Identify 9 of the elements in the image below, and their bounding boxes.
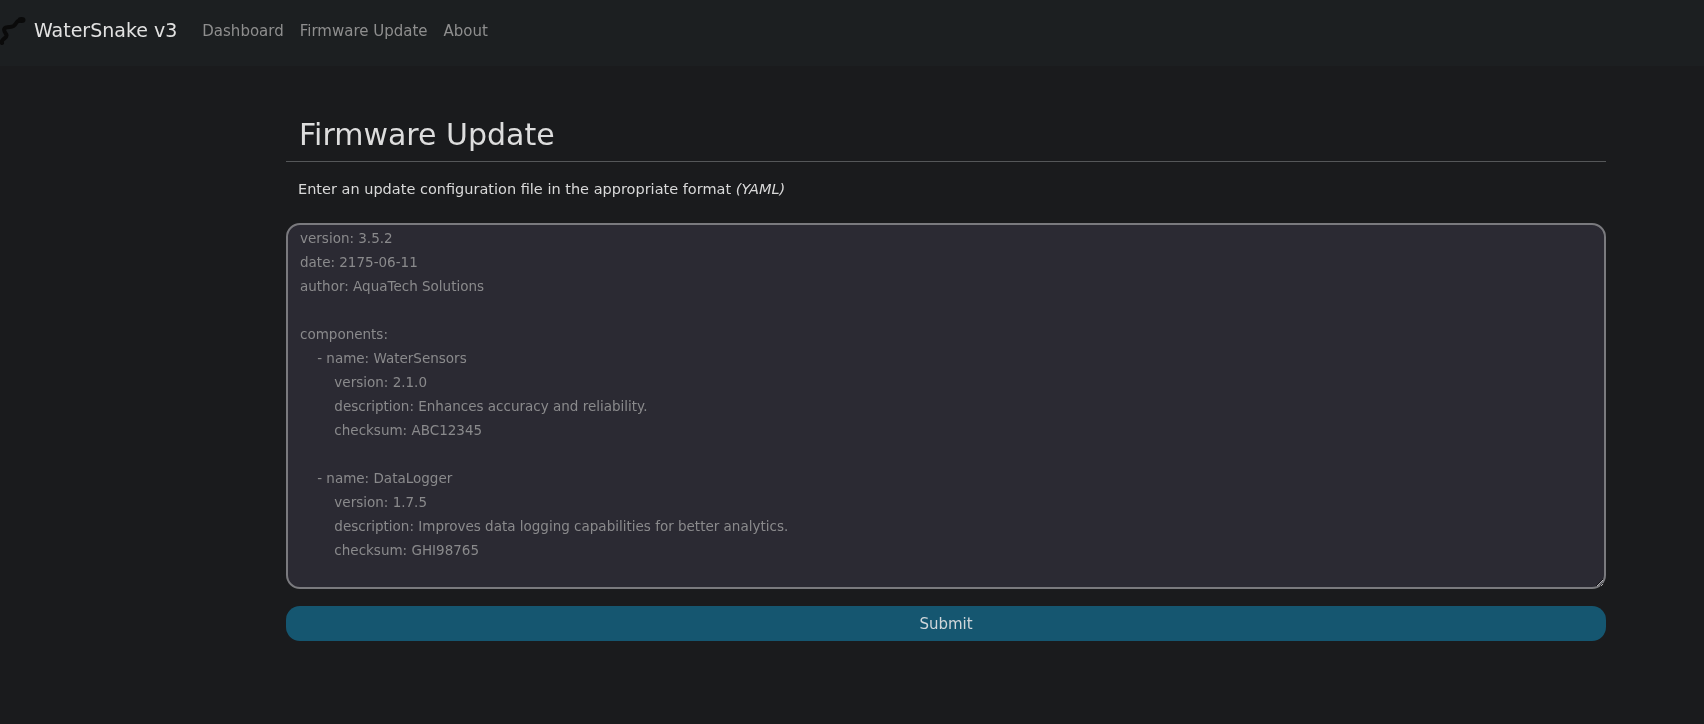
nav-link[interactable]: About: [435, 21, 496, 40]
page-title: Firmware Update: [299, 116, 555, 154]
instruction-text: Enter an update configuration file in the appropriate format (YAML): [298, 180, 786, 199]
snake-icon: [0, 15, 26, 45]
nav-link[interactable]: Dashboard: [194, 21, 292, 40]
brand-name[interactable]: WaterSnake v3: [34, 19, 178, 41]
config-input-field[interactable]: version: 3.5.2 date: 2175-06-11 author: AquaTech Solutions components: - name: WaterSensors version: 2.1.0 description: Enhances accuracy and reliability. checksum: ABC12345 - name: DataLogger version: 1.7.5 description: Improves data logging capabilities for better analytics. checksum: GHI98765: [286, 223, 1606, 589]
submit-button[interactable]: Submit: [286, 606, 1606, 641]
nav-link[interactable]: Firmware Update: [291, 21, 436, 40]
